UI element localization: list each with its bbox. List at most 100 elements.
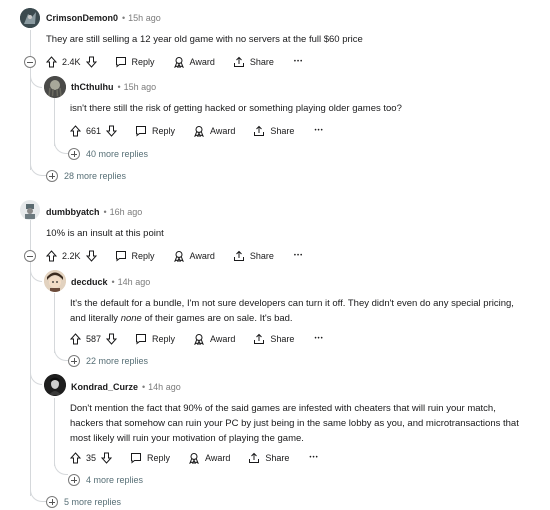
award-label: Award [189,57,215,67]
upvote-icon[interactable] [70,333,81,345]
reply-icon [115,251,126,262]
thread-connector [30,163,47,176]
reply-button[interactable]: Reply [135,125,175,137]
thread-connector [54,140,68,154]
downvote-icon[interactable] [101,452,113,464]
downvote-button[interactable] [106,333,118,345]
comment-line: and literally none of their games are on… [70,313,293,324]
author-name[interactable]: CrimsonDemon0 [46,13,118,23]
expand-icon [68,148,80,160]
reply-button[interactable]: Reply [135,333,175,345]
upvote-button[interactable] [46,56,57,68]
comment-meta: decduck • 14h ago [71,276,150,288]
upvote-icon[interactable] [46,56,57,68]
award-button[interactable]: Award [193,125,235,137]
award-label: Award [205,453,231,463]
comment-actions: 587 Reply Award Share ••• [70,332,324,346]
reply-label: Reply [152,126,176,136]
comment-line: It's the default for a bundle, I'm not s… [70,298,514,309]
share-button[interactable]: Share [253,125,294,137]
thread-line[interactable] [54,293,55,353]
collapse-icon[interactable] [24,250,36,262]
award-label: Award [189,251,215,261]
more-icon[interactable]: ••• [294,253,303,259]
author-name[interactable]: Kondrad_Curze [71,382,138,392]
more-replies-link[interactable]: 40 more replies [68,148,148,160]
thread-connector [54,347,68,361]
downvote-icon[interactable] [85,250,97,262]
award-button[interactable]: Award [193,333,235,345]
timestamp[interactable]: 16h ago [110,207,143,217]
share-button[interactable]: Share [233,250,274,262]
downvote-icon[interactable] [106,125,118,137]
reply-icon [131,453,142,464]
timestamp[interactable]: 15h ago [128,13,161,23]
more-replies-label: 40 more replies [86,149,149,159]
more-replies-link[interactable]: 4 more replies [68,474,143,486]
vote-count: 2.2K [62,251,81,261]
more-icon[interactable]: ••• [309,455,318,461]
award-icon [189,453,199,464]
thread-line[interactable] [54,98,55,146]
downvote-icon[interactable] [106,333,118,345]
comment-body: isn't there still the risk of getting ha… [70,103,402,114]
upvote-icon[interactable] [70,125,81,137]
thread-connector [30,489,47,502]
downvote-icon[interactable] [85,56,97,68]
timestamp[interactable]: 14h ago [148,382,181,392]
reply-button[interactable]: Reply [130,452,170,464]
upvote-button[interactable] [46,250,57,262]
more-replies-link[interactable]: 5 more replies [46,496,121,508]
collapse-icon[interactable] [24,56,36,68]
avatar[interactable] [20,200,40,220]
share-button[interactable]: Share [248,452,289,464]
more-icon[interactable]: ••• [314,128,323,134]
thread-line[interactable] [54,398,55,466]
upvote-button[interactable] [70,125,81,137]
award-button[interactable]: Award [173,250,215,262]
thread-line[interactable] [30,68,31,170]
downvote-button[interactable] [85,56,97,68]
comment-body: 10% is an insult at this point [46,228,164,239]
author-name[interactable]: decduck [71,277,108,287]
upvote-icon[interactable] [70,452,81,464]
comment-actions: 2.4K Reply Award Share ••• [46,55,303,69]
timestamp[interactable]: 15h ago [124,82,157,92]
reply-button[interactable]: Reply [115,250,155,262]
share-button[interactable]: Share [233,56,274,68]
timestamp[interactable]: 14h ago [118,277,151,287]
avatar[interactable] [44,270,66,292]
reply-button[interactable]: Reply [115,56,155,68]
comment-meta: Kondrad_Curze • 14h ago [71,381,181,393]
reply-icon [136,334,147,345]
downvote-button[interactable] [85,250,97,262]
share-icon [254,333,265,344]
vote-count: 35 [86,453,97,463]
share-label: Share [249,251,274,261]
upvote-icon[interactable] [46,250,57,262]
more-replies-link[interactable]: 28 more replies [46,170,126,182]
comment-body: It's the default for a bundle, I'm not s… [70,296,545,326]
downvote-button[interactable] [106,125,118,137]
upvote-button[interactable] [70,452,81,464]
reply-label: Reply [147,453,171,463]
upvote-button[interactable] [70,333,81,345]
thread-line[interactable] [30,220,31,250]
award-button[interactable]: Award [188,452,230,464]
comment-meta: dumbbyatch • 16h ago [46,206,142,218]
more-icon[interactable]: ••• [294,59,303,65]
author-name[interactable]: dumbbyatch [46,207,100,217]
vote-count: 661 [86,126,102,136]
award-icon [194,126,204,137]
author-name[interactable]: thCthulhu [71,82,113,92]
thread-line[interactable] [30,30,31,56]
avatar[interactable] [44,76,66,98]
avatar[interactable] [44,374,66,396]
more-icon[interactable]: ••• [314,336,323,342]
avatar[interactable] [20,8,40,28]
more-replies-link[interactable]: 22 more replies [68,355,148,367]
downvote-button[interactable] [101,452,113,464]
award-button[interactable]: Award [173,56,215,68]
share-button[interactable]: Share [253,333,294,345]
comment-meta: CrimsonDemon0 • 15h ago [46,12,161,24]
